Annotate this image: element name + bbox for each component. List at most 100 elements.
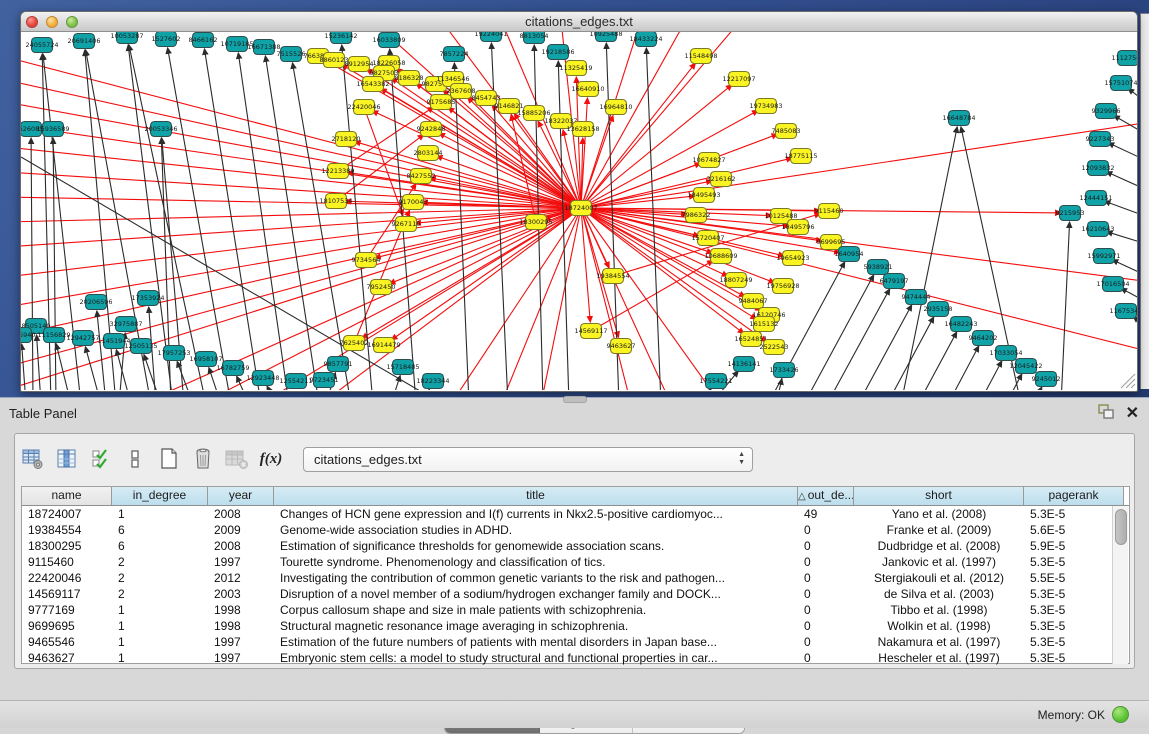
select-rows-icon[interactable] xyxy=(89,447,113,471)
red-edge[interactable] xyxy=(581,208,1137,352)
graph-node-teal[interactable]: 9227343 xyxy=(1086,132,1115,147)
graph-node-yellow[interactable]: 18107534 xyxy=(319,194,352,209)
graph-node-teal[interactable]: 9474444 xyxy=(902,290,931,305)
graph-node-teal[interactable]: 12923448 xyxy=(246,371,279,386)
black-edge[interactable] xyxy=(1061,222,1070,390)
graph-node-teal[interactable]: 5938921 xyxy=(864,260,893,275)
column-header-title[interactable]: title xyxy=(274,487,798,505)
graph-node-yellow[interactable]: 7952450 xyxy=(367,280,396,295)
black-edge[interactable] xyxy=(265,56,319,390)
graph-node-teal[interactable]: 19218586 xyxy=(541,45,574,60)
graph-node-teal[interactable]: 1733426 xyxy=(770,363,799,378)
close-panel-icon[interactable]: ✕ xyxy=(1126,406,1139,422)
graph-node-teal[interactable]: 12942757 xyxy=(66,331,99,346)
graph-node-yellow[interactable]: 19734983 xyxy=(749,99,782,114)
black-edge[interactable] xyxy=(887,317,934,390)
red-edge[interactable] xyxy=(581,208,671,390)
graph-node-teal[interactable]: 16033809 xyxy=(372,33,405,48)
black-edge[interactable] xyxy=(204,49,261,390)
graph-node-teal[interactable]: 18223344 xyxy=(416,374,449,389)
float-panel-icon[interactable] xyxy=(1098,404,1114,424)
table-select-dropdown[interactable]: citations_edges.txt ▲▼ xyxy=(303,447,753,472)
function-builder-icon[interactable]: f(x) xyxy=(259,447,283,471)
graph-node-yellow[interactable]: 9175685 xyxy=(427,95,456,110)
black-edge[interactable] xyxy=(267,386,276,390)
black-edge[interactable] xyxy=(31,138,33,390)
graph-canvas[interactable]: 1872400718300295193845547663822886012389… xyxy=(21,32,1137,390)
network-window-titlebar[interactable]: citations_edges.txt xyxy=(21,12,1137,32)
table-row[interactable]: 977716911998Corpus callosum shape and si… xyxy=(22,602,1129,618)
black-edge[interactable] xyxy=(1114,116,1137,140)
graph-node-teal[interactable]: 9464202 xyxy=(969,331,998,346)
graph-node-teal[interactable]: 15236142 xyxy=(324,32,357,44)
graph-node-teal[interactable]: 24055724 xyxy=(25,38,58,53)
graph-node-yellow[interactable]: 12217097 xyxy=(722,72,755,87)
red-edge[interactable] xyxy=(581,122,1137,208)
black-edge[interactable] xyxy=(454,63,469,390)
table-row[interactable]: 946554611997Estimation of the future num… xyxy=(22,634,1129,650)
red-edge[interactable] xyxy=(541,208,581,390)
delete-column-icon[interactable] xyxy=(191,447,215,471)
graph-node-teal[interactable]: 16482243 xyxy=(944,317,977,332)
table-scrollbar[interactable] xyxy=(1112,506,1128,664)
graph-node-teal[interactable]: 12444151 xyxy=(1079,191,1112,206)
table-scrollbar-thumb[interactable] xyxy=(1115,509,1127,545)
black-edge[interactable] xyxy=(1128,88,1137,110)
black-edge[interactable] xyxy=(1108,143,1137,165)
red-edge[interactable] xyxy=(451,208,581,390)
graph-node-teal[interactable]: 20053346 xyxy=(144,122,177,137)
black-edge[interactable] xyxy=(1033,387,1042,390)
black-edge[interactable] xyxy=(558,61,569,390)
graph-node-teal[interactable]: 8466162 xyxy=(189,33,218,48)
graph-node-yellow[interactable]: 9267110 xyxy=(392,217,421,232)
red-edge[interactable] xyxy=(581,208,1137,282)
graph-node-teal[interactable]: 9723451 xyxy=(310,373,339,388)
graph-node-yellow[interactable]: 19384554 xyxy=(596,269,629,284)
graph-node-teal[interactable]: 16648784 xyxy=(942,111,975,126)
column-header-in_degree[interactable]: in_degree xyxy=(112,487,208,505)
black-edge[interactable] xyxy=(901,127,957,390)
graph-node-yellow[interactable]: 19756928 xyxy=(766,279,799,294)
black-edge[interactable] xyxy=(168,48,231,390)
graph-node-teal[interactable]: 15718485 xyxy=(386,360,419,375)
column-header-name[interactable]: name xyxy=(22,487,112,505)
black-edge[interactable] xyxy=(1006,374,1022,390)
red-edge[interactable] xyxy=(21,208,581,222)
delete-table-icon[interactable] xyxy=(225,447,249,471)
graph-node-yellow[interactable]: 7986322 xyxy=(682,208,711,223)
graph-node-yellow[interactable]: 3216162 xyxy=(707,172,736,187)
graph-node-teal[interactable]: 17957253 xyxy=(157,346,190,361)
graph-node-teal[interactable]: 6479197 xyxy=(880,274,909,289)
graph-node-teal[interactable]: 14136141 xyxy=(727,357,760,372)
graph-node-yellow[interactable]: 10688609 xyxy=(704,249,737,264)
red-edge[interactable] xyxy=(581,158,792,208)
graph-node-teal[interactable]: 7857224 xyxy=(440,47,469,62)
graph-node-yellow[interactable]: 8186328 xyxy=(395,71,424,86)
graph-node-yellow[interactable]: 2522543 xyxy=(760,340,789,355)
column-header-out_de[interactable]: △out_de... xyxy=(798,487,854,505)
graph-node-teal[interactable]: 9329966 xyxy=(1092,104,1121,119)
black-edge[interactable] xyxy=(858,305,912,390)
graph-node-yellow[interactable]: 11325419 xyxy=(559,61,592,76)
table-row[interactable]: 1456911722003Disruption of a novel membe… xyxy=(22,586,1129,602)
black-edge[interactable] xyxy=(391,376,400,390)
graph-node-teal[interactable]: 10925488 xyxy=(589,32,622,42)
table-row[interactable]: 946362711997Embryonic stem cells: a mode… xyxy=(22,650,1129,666)
black-edge[interactable] xyxy=(97,311,106,390)
graph-node-yellow[interactable]: 18775115 xyxy=(784,149,817,164)
column-header-pagerank[interactable]: pagerank xyxy=(1024,487,1124,505)
column-visibility-icon[interactable] xyxy=(55,447,79,471)
black-edge[interactable] xyxy=(22,344,26,390)
black-edge[interactable] xyxy=(948,346,979,390)
graph-node-yellow[interactable]: 7485083 xyxy=(772,124,801,139)
graph-node-teal[interactable]: 18433224 xyxy=(629,32,662,47)
graph-node-yellow[interactable]: 16914479 xyxy=(367,338,400,353)
graph-node-yellow[interactable]: 9484067 xyxy=(739,294,768,309)
black-edge[interactable] xyxy=(979,361,1002,390)
graph-node-teal[interactable]: 7515526 xyxy=(277,47,306,62)
graph-node-yellow[interactable]: 9242848 xyxy=(417,122,446,137)
black-edge[interactable] xyxy=(177,361,193,390)
red-edge[interactable] xyxy=(581,32,686,208)
graph-node-yellow[interactable]: 18495493 xyxy=(687,188,720,203)
black-edge[interactable] xyxy=(37,335,41,390)
